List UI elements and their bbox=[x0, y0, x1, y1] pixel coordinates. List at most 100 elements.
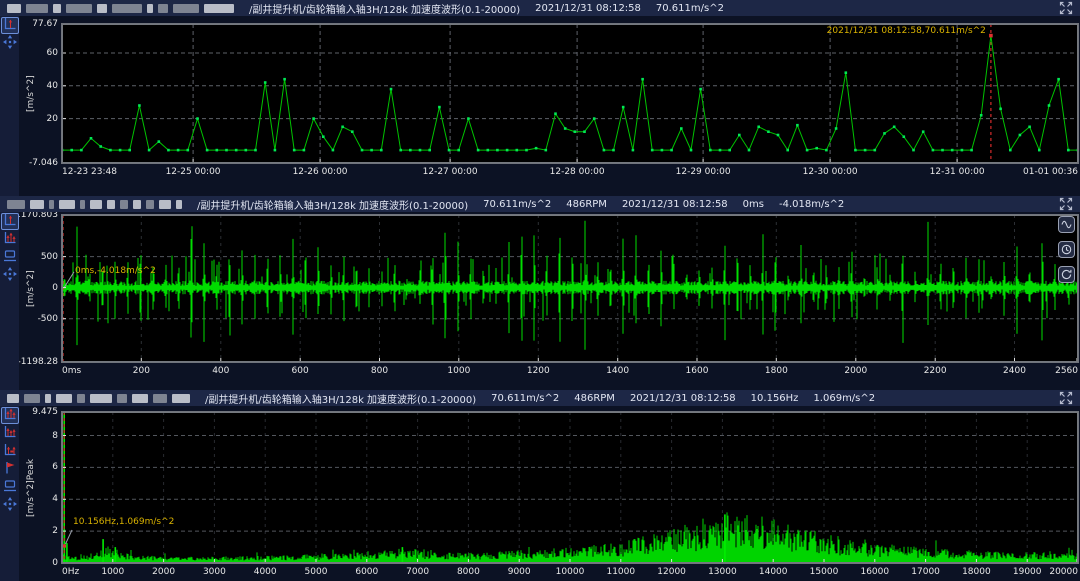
x-tick-label: 2200 bbox=[924, 366, 947, 376]
trend-titlebar: /副井提升机/齿轮箱输入轴3H/128k 加速度波形(0.1-20000) 20… bbox=[0, 0, 1080, 16]
redacted-text bbox=[7, 4, 234, 13]
x-tick-label: 2000 bbox=[152, 567, 175, 577]
pan-tool[interactable] bbox=[1, 267, 19, 284]
flag-tool[interactable] bbox=[1, 461, 19, 478]
trend-toolbar bbox=[0, 16, 19, 196]
sideband-tool[interactable] bbox=[1, 443, 19, 460]
measurement-path: /副井提升机/齿轮箱输入轴3H/128k 加速度波形(0.1-20000) bbox=[197, 197, 468, 212]
measurement-path: /副井提升机/齿轮箱输入轴3H/128k 加速度波形(0.1-20000) bbox=[249, 1, 520, 16]
spectrum-icon bbox=[2, 230, 18, 250]
waveform-tool[interactable] bbox=[1, 213, 19, 230]
measurement-path: /副井提升机/齿轮箱输入轴3H/128k 加速度波形(0.1-20000) bbox=[205, 391, 476, 406]
x-tick-label: 13000 bbox=[708, 567, 737, 577]
datetime-text: 2021/12/31 08:12:58 bbox=[630, 393, 736, 404]
sine-button[interactable] bbox=[1058, 216, 1075, 233]
x-tick-label: 12-27 00:00 bbox=[423, 167, 478, 177]
screen-icon bbox=[2, 478, 18, 498]
trend-icon bbox=[2, 16, 18, 36]
cursor-value-text: 1.069m/s^2 bbox=[813, 393, 875, 404]
waveform-cursor-annotation: 0ms,-4.018m/s^2 bbox=[75, 266, 156, 276]
x-tick-label: 1000 bbox=[447, 366, 470, 376]
x-tick-label: 5000 bbox=[305, 567, 328, 577]
x-tick-label: 0ms bbox=[62, 366, 81, 376]
pan-tool[interactable] bbox=[1, 35, 19, 52]
pan-icon bbox=[2, 266, 18, 286]
rpm-text: 486RPM bbox=[574, 393, 615, 404]
x-tick-label: 3000 bbox=[203, 567, 226, 577]
expand-icon[interactable] bbox=[1059, 1, 1073, 15]
harmonics-icon bbox=[2, 424, 18, 444]
waveform-side-buttons bbox=[1058, 216, 1075, 283]
pan-icon bbox=[2, 496, 18, 516]
pan-icon bbox=[2, 34, 18, 54]
harmonics-tool[interactable] bbox=[1, 425, 19, 442]
cursor-freq-text: 10.156Hz bbox=[751, 393, 799, 404]
waveform-toolbar bbox=[0, 212, 19, 390]
amplitude-text: 70.611m/s^2 bbox=[483, 199, 551, 210]
x-tick-label: 14000 bbox=[759, 567, 788, 577]
clock-button[interactable] bbox=[1058, 241, 1075, 258]
x-tick-label: 20000 bbox=[1049, 567, 1078, 577]
screen-tool[interactable] bbox=[1, 249, 19, 266]
trend-tool[interactable] bbox=[1, 17, 19, 34]
screen-icon bbox=[2, 248, 18, 268]
x-tick-label: 11000 bbox=[606, 567, 635, 577]
spectrum-icon bbox=[2, 406, 18, 426]
trend-cursor-annotation: 2021/12/31 08:12:58,70.611m/s^2 bbox=[827, 26, 986, 36]
datetime-text: 2021/12/31 08:12:58 bbox=[535, 3, 641, 14]
x-tick-label: 1200 bbox=[527, 366, 550, 376]
x-tick-label: 18000 bbox=[962, 567, 991, 577]
spectrum-tool[interactable] bbox=[1, 407, 19, 424]
x-tick-label: 12-25 00:00 bbox=[166, 167, 221, 177]
x-tick-label: 800 bbox=[371, 366, 388, 376]
x-tick-label: 200 bbox=[133, 366, 150, 376]
x-tick-label: 15000 bbox=[810, 567, 839, 577]
x-tick-label: 01-01 00:36 bbox=[1023, 167, 1078, 177]
x-tick-label: 12-29 00:00 bbox=[676, 167, 731, 177]
x-tick-label: 8000 bbox=[457, 567, 480, 577]
spectrum-tool[interactable] bbox=[1, 231, 19, 248]
expand-icon[interactable] bbox=[1059, 197, 1073, 211]
waveform-plot[interactable] bbox=[62, 215, 1078, 362]
x-tick-label: 0Hz bbox=[62, 567, 79, 577]
amplitude-text: 70.611m/s^2 bbox=[491, 393, 559, 404]
x-tick-label: 600 bbox=[292, 366, 309, 376]
x-tick-label: 12-30 00:00 bbox=[803, 167, 858, 177]
x-tick-label: 1000 bbox=[101, 567, 124, 577]
screen-tool[interactable] bbox=[1, 479, 19, 496]
x-tick-label: 400 bbox=[212, 366, 229, 376]
x-tick-label: 1800 bbox=[765, 366, 788, 376]
refresh-button[interactable] bbox=[1058, 266, 1075, 283]
sideband-icon bbox=[2, 442, 18, 462]
trend-plot[interactable] bbox=[62, 24, 1078, 163]
app-root: /副井提升机/齿轮箱输入轴3H/128k 加速度波形(0.1-20000) 20… bbox=[0, 0, 1080, 581]
expand-icon[interactable] bbox=[1059, 391, 1073, 405]
redacted-text bbox=[7, 200, 182, 209]
x-tick-label: 6000 bbox=[355, 567, 378, 577]
x-tick-label: 17000 bbox=[911, 567, 940, 577]
x-tick-label: 1600 bbox=[686, 366, 709, 376]
x-tick-label: 7000 bbox=[406, 567, 429, 577]
x-tick-label: 12-28 00:00 bbox=[550, 167, 605, 177]
rpm-text: 486RPM bbox=[566, 199, 607, 210]
waveform-icon bbox=[2, 212, 18, 232]
spectrum-plot[interactable] bbox=[62, 412, 1078, 563]
x-tick-label: 16000 bbox=[860, 567, 889, 577]
x-tick-label: 1400 bbox=[606, 366, 629, 376]
cursor-time-text: 0ms bbox=[743, 199, 764, 210]
spectrum-toolbar bbox=[0, 406, 19, 581]
pan-tool[interactable] bbox=[1, 497, 19, 514]
waveform-titlebar: /副井提升机/齿轮箱输入轴3H/128k 加速度波形(0.1-20000) 70… bbox=[0, 196, 1080, 212]
x-tick-label: 12-31 00:00 bbox=[930, 167, 985, 177]
cursor-value-text: -4.018m/s^2 bbox=[779, 199, 844, 210]
x-tick-label: 2400 bbox=[1003, 366, 1026, 376]
x-tick-label: 12-23 23:48 bbox=[62, 167, 117, 177]
x-tick-label: 4000 bbox=[254, 567, 277, 577]
x-tick-label: 2000 bbox=[844, 366, 867, 376]
x-tick-label: 2560 bbox=[1055, 366, 1078, 376]
y-axis-unit-label: [m/s^2] bbox=[26, 24, 36, 163]
peak-value-text: 70.611m/s^2 bbox=[656, 3, 724, 14]
spectrum-cursor-annotation: 10.156Hz,1.069m/s^2 bbox=[73, 517, 174, 527]
redacted-text bbox=[7, 394, 190, 403]
spectrum-titlebar: /副井提升机/齿轮箱输入轴3H/128k 加速度波形(0.1-20000) 70… bbox=[0, 390, 1080, 406]
